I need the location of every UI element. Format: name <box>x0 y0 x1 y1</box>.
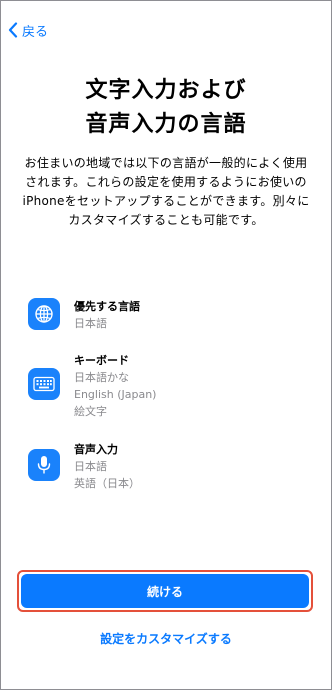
dictation-setting-item: 音声入力 日本語 英語（日本） <box>28 441 140 492</box>
chevron-left-icon <box>8 22 22 38</box>
keyboard-setting-title: キーボード <box>74 354 129 367</box>
keyboard-setting-item: キーボード 日本語かな English (Japan) 絵文字 <box>28 352 156 420</box>
back-button[interactable]: 戻る <box>8 20 48 40</box>
continue-button[interactable]: 続ける <box>21 574 309 608</box>
language-setting-value: 日本語 <box>74 317 107 330</box>
back-label: 戻る <box>22 24 49 40</box>
language-setting-title: 優先する言語 <box>74 300 140 313</box>
microphone-icon <box>28 449 60 481</box>
page-title-line2: 音声入力の言語 <box>85 112 247 137</box>
description-text: お住まいの地域では以下の言語が一般的によく使用されます。これらの設定を使用するよ… <box>22 156 310 227</box>
customize-settings-link[interactable]: 設定をカスタマイズする <box>0 630 332 647</box>
dictation-setting-value-1: 日本語 <box>74 460 107 473</box>
keyboard-setting-value-1: 日本語かな <box>74 371 129 384</box>
language-setting-item: 優先する言語 日本語 <box>28 298 140 332</box>
dictation-setting-title: 音声入力 <box>74 443 118 456</box>
globe-icon <box>28 298 60 330</box>
dictation-setting-value-2: 英語（日本） <box>74 477 140 490</box>
page-title: 文字入力および 音声入力の言語 <box>0 74 332 142</box>
keyboard-setting-value-2: English (Japan) <box>74 388 157 401</box>
keyboard-icon <box>28 368 60 400</box>
page-title-line1: 文字入力および <box>85 78 247 103</box>
keyboard-setting-value-3: 絵文字 <box>74 405 107 418</box>
